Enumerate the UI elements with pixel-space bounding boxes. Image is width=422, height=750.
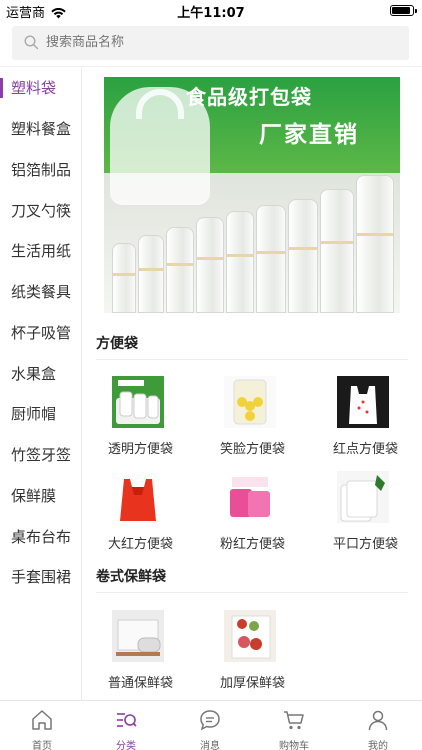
bottom-tab-bar: 首页 分类 消息 购物车 我的 <box>0 700 422 750</box>
section-divider <box>96 592 408 593</box>
sidebar-item-tablecloth[interactable]: 桌布台布 <box>0 517 82 557</box>
message-icon <box>198 709 222 731</box>
roll-bag-image <box>112 610 164 662</box>
tab-profile[interactable]: 我的 <box>336 701 420 750</box>
product-red-bag[interactable]: 大红方便袋 <box>84 471 197 567</box>
tab-label: 消息 <box>200 741 220 750</box>
banner-title: 食品级打包袋 <box>186 85 312 109</box>
sidebar-item-cling-film[interactable]: 保鲜膜 <box>0 476 82 516</box>
sidebar-item-tissue[interactable]: 生活用纸 <box>0 231 82 271</box>
product-smiley-bag[interactable]: 笑脸方便袋 <box>196 376 309 472</box>
status-bar: 运营商 上午11:07 <box>0 0 422 22</box>
product-name: 笑脸方便袋 <box>219 442 285 457</box>
sidebar-item-paper-tableware[interactable]: 纸类餐具 <box>0 272 82 312</box>
product-name: 平口方便袋 <box>332 537 398 552</box>
sidebar-item-gloves-aprons[interactable]: 手套围裙 <box>0 557 82 597</box>
product-pink-bag[interactable]: 粉红方便袋 <box>196 471 309 567</box>
sidebar-item-fruit-box[interactable]: 水果盒 <box>0 354 82 394</box>
flat-bag-image <box>337 471 389 523</box>
category-icon <box>114 709 138 731</box>
product-flat-bag[interactable]: 平口方便袋 <box>309 471 422 567</box>
category-sidebar: 塑料袋 塑料餐盒 铝箔制品 刀叉勺筷 生活用纸 纸类餐具 杯子吸管 水果盒 厨师… <box>0 67 82 700</box>
sidebar-item-plastic-bags[interactable]: 塑料袋 <box>0 68 82 108</box>
tab-category[interactable]: 分类 <box>84 701 168 750</box>
red-bag-image <box>112 471 164 523</box>
product-thick-bag[interactable]: 加厚保鲜袋 <box>196 610 309 706</box>
product-name: 透明方便袋 <box>107 442 173 457</box>
product-name: 粉红方便袋 <box>219 537 285 552</box>
product-name: 加厚保鲜袋 <box>219 676 285 691</box>
profile-icon <box>366 709 390 731</box>
search-input[interactable] <box>46 26 396 60</box>
red-dot-bag-image <box>337 376 389 428</box>
section-title-roll-bags: 卷式保鲜袋 <box>96 569 166 585</box>
product-roll-bag[interactable]: 普通保鲜袋 <box>84 610 197 706</box>
sidebar-item-plastic-boxes[interactable]: 塑料餐盒 <box>0 109 82 149</box>
search-icon <box>24 35 39 54</box>
promo-banner[interactable]: 食品级打包袋 厂家直销 <box>104 77 400 313</box>
banner-subtitle: 厂家直销 <box>259 122 359 148</box>
product-red-dot-bag[interactable]: 红点方便袋 <box>309 376 422 472</box>
home-icon <box>30 709 54 731</box>
product-name: 大红方便袋 <box>107 537 173 552</box>
section-divider <box>96 359 408 360</box>
smiley-bag-image <box>224 376 276 428</box>
sidebar-item-cups-straws[interactable]: 杯子吸管 <box>0 313 82 353</box>
tab-label: 分类 <box>116 741 136 750</box>
product-name: 普通保鲜袋 <box>107 676 173 691</box>
sidebar-item-chef-hat[interactable]: 厨师帽 <box>0 394 82 434</box>
clear-bag-image <box>112 376 164 428</box>
category-content: 食品级打包袋 厂家直销 方便袋 透明方便袋 笑脸方便袋 红点方便袋 大红方便袋 … <box>83 67 422 700</box>
thick-bag-image <box>224 610 276 662</box>
sidebar-item-cutlery[interactable]: 刀叉勺筷 <box>0 191 82 231</box>
tab-home[interactable]: 首页 <box>0 701 84 750</box>
battery-icon <box>390 5 417 16</box>
pink-bag-image <box>224 471 276 523</box>
section-title-convenience-bags: 方便袋 <box>96 336 138 352</box>
tab-cart[interactable]: 购物车 <box>252 701 336 750</box>
tab-messages[interactable]: 消息 <box>168 701 252 750</box>
cart-icon <box>282 709 306 731</box>
tab-label: 购物车 <box>279 741 309 750</box>
search-bar[interactable] <box>12 26 409 60</box>
sidebar-item-skewers[interactable]: 竹签牙签 <box>0 435 82 475</box>
product-clear-bag[interactable]: 透明方便袋 <box>84 376 197 472</box>
product-name: 红点方便袋 <box>332 442 398 457</box>
tab-label: 我的 <box>368 741 388 750</box>
tab-label: 首页 <box>32 741 52 750</box>
clock: 上午11:07 <box>177 6 245 21</box>
sidebar-item-foil[interactable]: 铝箔制品 <box>0 150 82 190</box>
